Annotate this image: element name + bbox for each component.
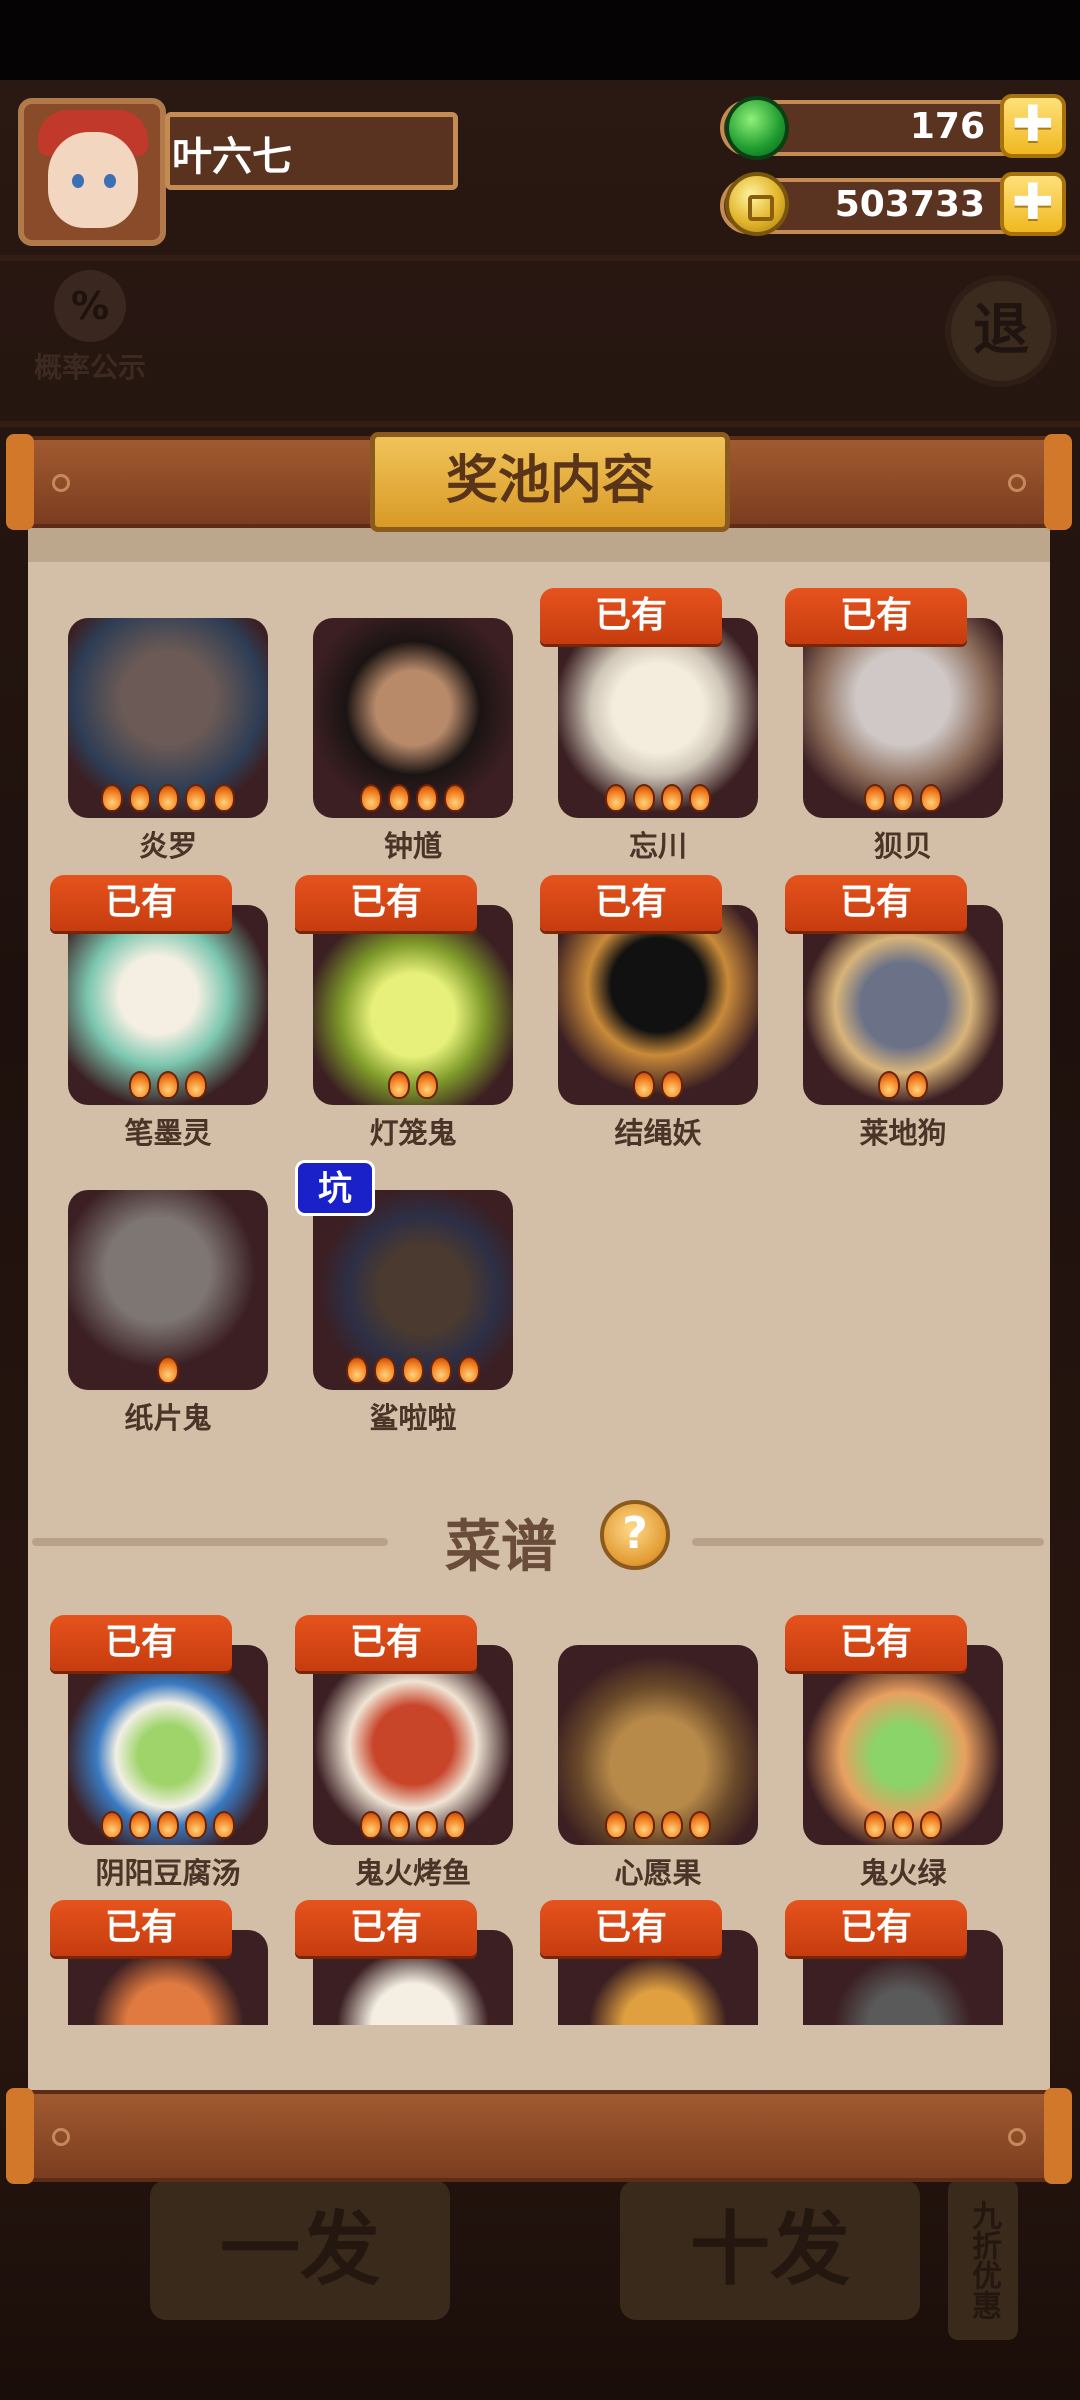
character-6-rarity (313, 1071, 513, 1101)
character-3-rarity (558, 784, 758, 814)
flame-icon (213, 1811, 235, 1839)
character-6-name: 灯笼鬼 (369, 1116, 457, 1150)
character-2-rarity (313, 784, 513, 814)
flame-icon (892, 784, 914, 812)
character-1-name: 炎罗 (138, 829, 197, 863)
flame-icon (129, 1071, 151, 1099)
flame-icon (605, 1811, 627, 1839)
character-4-name: 狈贝 (873, 829, 932, 863)
recipes-title: 菜谱 (445, 1515, 557, 1580)
flame-icon (633, 1811, 655, 1839)
recipe-2-name: 鬼火烤鱼 (354, 1856, 471, 1890)
character-4-owned-tag: 已有 (785, 588, 967, 644)
flame-icon (661, 1811, 683, 1839)
flame-icon (388, 1811, 410, 1839)
recipe-3-rarity (558, 1811, 758, 1841)
flame-icon (458, 1356, 480, 1384)
flame-icon (388, 1071, 410, 1099)
flame-icon (864, 784, 886, 812)
recipe-4-name: 鬼火绿 (859, 1856, 947, 1890)
flame-icon (605, 784, 627, 812)
flame-icon (185, 1811, 207, 1839)
character-7-owned-tag: 已有 (540, 875, 722, 931)
character-8-rarity (803, 1071, 1003, 1101)
recipe-2-rarity (313, 1811, 513, 1841)
recipe-1-owned-tag: 已有 (50, 1615, 232, 1671)
flame-icon (689, 784, 711, 812)
recipe-1-rarity (68, 1811, 268, 1841)
flame-icon (633, 784, 655, 812)
character-10-name: 鲨啦啦 (369, 1401, 457, 1435)
flame-icon (661, 784, 683, 812)
recipe-6-owned-tag: 已有 (295, 1900, 477, 1956)
pool-grid: 炎罗 钟馗 忘川 已有 狈贝 已有 笔墨灵 已有 灯笼鬼 已有 结绳妖 已有 莱地狗 已有 纸片鬼 鲨啦啦坑阴… (0, 0, 1080, 2400)
flame-icon (892, 1811, 914, 1839)
flame-icon (157, 1071, 179, 1099)
character-3-name: 忘川 (628, 829, 687, 863)
character-5-name: 笔墨灵 (124, 1116, 212, 1150)
help-icon[interactable]: ? (600, 1500, 670, 1570)
character-5-owned-tag: 已有 (50, 875, 232, 931)
character-10-rarity (313, 1356, 513, 1386)
flame-icon (402, 1356, 424, 1384)
flame-icon (878, 1071, 900, 1099)
flame-icon (661, 1071, 683, 1099)
flame-icon (633, 1071, 655, 1099)
flame-icon (374, 1356, 396, 1384)
flame-icon (444, 784, 466, 812)
character-8-name: 莱地狗 (859, 1116, 947, 1150)
section-divider-right (692, 1538, 1044, 1546)
character-5-rarity (68, 1071, 268, 1101)
flame-icon (346, 1356, 368, 1384)
character-9-rarity (68, 1356, 268, 1386)
flame-icon (129, 784, 151, 812)
flame-icon (360, 1811, 382, 1839)
character-10-pit-tag: 坑 (295, 1160, 375, 1216)
flame-icon (689, 1811, 711, 1839)
character-4-rarity (803, 784, 1003, 814)
flame-icon (444, 1811, 466, 1839)
character-3-owned-tag: 已有 (540, 588, 722, 644)
flame-icon (129, 1811, 151, 1839)
character-7-rarity (558, 1071, 758, 1101)
section-divider-left (32, 1538, 388, 1546)
character-8-owned-tag: 已有 (785, 875, 967, 931)
recipe-1-name: 阴阳豆腐汤 (95, 1856, 241, 1890)
recipe-4-rarity (803, 1811, 1003, 1841)
character-7-name: 结绳妖 (614, 1116, 702, 1150)
character-9-name: 纸片鬼 (124, 1401, 212, 1435)
recipe-8-owned-tag: 已有 (785, 1900, 967, 1956)
flame-icon (864, 1811, 886, 1839)
flame-icon (416, 784, 438, 812)
flame-icon (416, 1811, 438, 1839)
recipe-4-owned-tag: 已有 (785, 1615, 967, 1671)
character-2-name: 钟馗 (383, 829, 442, 863)
recipe-2-owned-tag: 已有 (295, 1615, 477, 1671)
flame-icon (101, 1811, 123, 1839)
flame-icon (906, 1071, 928, 1099)
flame-icon (920, 784, 942, 812)
recipe-3-name: 心愿果 (614, 1856, 702, 1890)
flame-icon (920, 1811, 942, 1839)
flame-icon (360, 784, 382, 812)
character-6-owned-tag: 已有 (295, 875, 477, 931)
flame-icon (157, 1356, 179, 1384)
flame-icon (430, 1356, 452, 1384)
panel-bottom-fade (28, 2025, 1050, 2090)
flame-icon (157, 1811, 179, 1839)
flame-icon (185, 1071, 207, 1099)
panel-bottom-rail (6, 2088, 1072, 2184)
flame-icon (416, 1071, 438, 1099)
character-1-rarity (68, 784, 268, 814)
flame-icon (213, 784, 235, 812)
flame-icon (388, 784, 410, 812)
flame-icon (157, 784, 179, 812)
flame-icon (185, 784, 207, 812)
recipe-5-owned-tag: 已有 (50, 1900, 232, 1956)
recipe-7-owned-tag: 已有 (540, 1900, 722, 1956)
flame-icon (101, 784, 123, 812)
